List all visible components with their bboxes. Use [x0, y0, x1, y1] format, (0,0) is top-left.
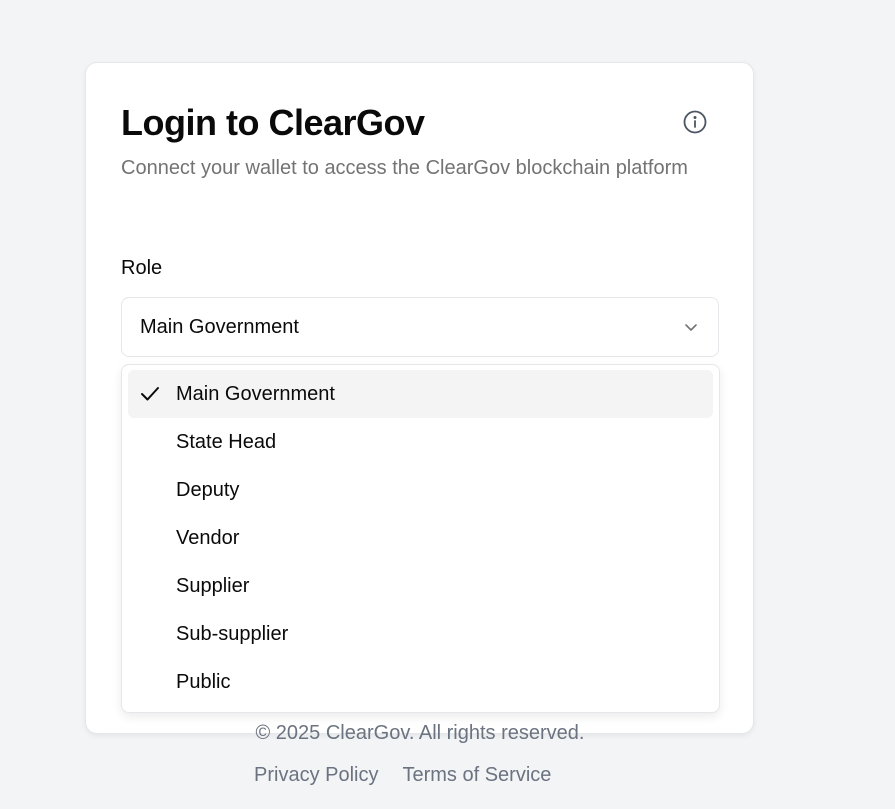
- role-option-public[interactable]: Public: [128, 658, 713, 706]
- role-option-deputy[interactable]: Deputy: [128, 466, 713, 514]
- page-title: Login to ClearGov: [121, 102, 425, 143]
- page-subtitle: Connect your wallet to access the ClearG…: [121, 157, 688, 179]
- footer-copyright: © 2025 ClearGov. All rights reserved.: [255, 722, 585, 744]
- role-option-vendor[interactable]: Vendor: [128, 514, 713, 562]
- role-option-label: State Head: [176, 430, 277, 453]
- role-option-label: Sub-supplier: [176, 622, 289, 645]
- role-select-value: Main Government: [140, 315, 299, 338]
- role-option-state-head[interactable]: State Head: [128, 418, 713, 466]
- info-icon: [683, 110, 707, 139]
- role-label: Role: [121, 257, 163, 279]
- terms-of-service-link[interactable]: Terms of Service: [402, 762, 551, 788]
- role-option-supplier[interactable]: Supplier: [128, 562, 713, 610]
- role-option-main-government[interactable]: Main Government: [128, 370, 713, 418]
- footer-links: Privacy Policy Terms of Service: [254, 762, 551, 788]
- role-option-sub-supplier[interactable]: Sub-supplier: [128, 610, 713, 658]
- privacy-policy-link[interactable]: Privacy Policy: [254, 762, 378, 788]
- role-option-label: Supplier: [176, 574, 250, 597]
- role-select[interactable]: Main Government: [121, 297, 719, 357]
- role-option-label: Deputy: [176, 478, 240, 501]
- role-option-label: Public: [176, 670, 231, 693]
- chevron-down-icon: [682, 318, 700, 336]
- role-option-label: Vendor: [176, 526, 240, 549]
- info-button[interactable]: [681, 110, 709, 138]
- role-option-label: Main Government: [176, 382, 335, 405]
- role-dropdown-menu: Main Government State Head Deputy Vendor…: [121, 364, 720, 713]
- check-icon: [140, 385, 160, 403]
